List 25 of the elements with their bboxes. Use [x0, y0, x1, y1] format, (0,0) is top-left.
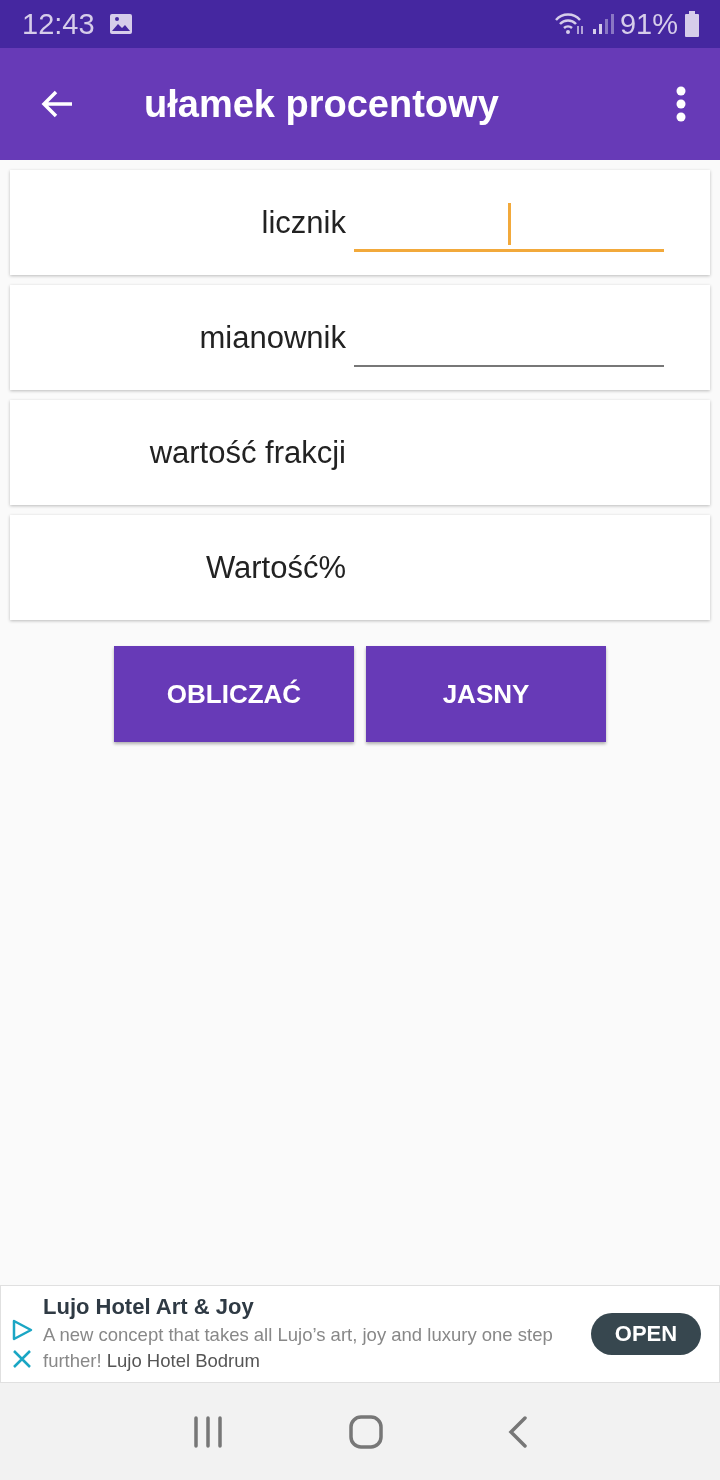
ad-title[interactable]: Lujo Hotel Art & Joy: [43, 1294, 581, 1320]
action-button[interactable]: OBLICZAĆ: [114, 646, 354, 742]
field-label: licznik: [260, 204, 346, 241]
open-button[interactable]: OPEN: [591, 1313, 701, 1355]
action-button[interactable]: JASNY: [366, 646, 606, 742]
wifi-icon: [553, 12, 586, 36]
back-arrow-icon[interactable]: [40, 89, 74, 119]
field-label: mianownik: [198, 319, 346, 356]
advertiser-name: Lujo Hotel Bodrum: [106, 1350, 260, 1371]
close-icon[interactable]: [12, 1349, 32, 1369]
ad-description: A new concept that takes all Lujo’s art, joy and luxury one step further! Lujo Hotel Bodrum: [43, 1323, 554, 1373]
image-icon: [108, 13, 133, 35]
recent-apps-icon[interactable]: [192, 1415, 225, 1448]
field-label: wartość frakcji: [148, 434, 346, 471]
battery-icon: [684, 11, 700, 37]
more-options-icon[interactable]: [676, 86, 686, 122]
signal-icon: [591, 13, 614, 35]
clock-time: 12:43: [22, 7, 95, 41]
input-field[interactable]: [354, 203, 664, 252]
back-icon[interactable]: [507, 1415, 528, 1448]
play-icon[interactable]: [11, 1319, 33, 1341]
home-icon[interactable]: [349, 1414, 383, 1449]
field-label: Wartość%: [204, 549, 346, 586]
screen-title: ułamek procentowy: [144, 82, 500, 126]
battery-percent: 91%: [619, 7, 678, 41]
